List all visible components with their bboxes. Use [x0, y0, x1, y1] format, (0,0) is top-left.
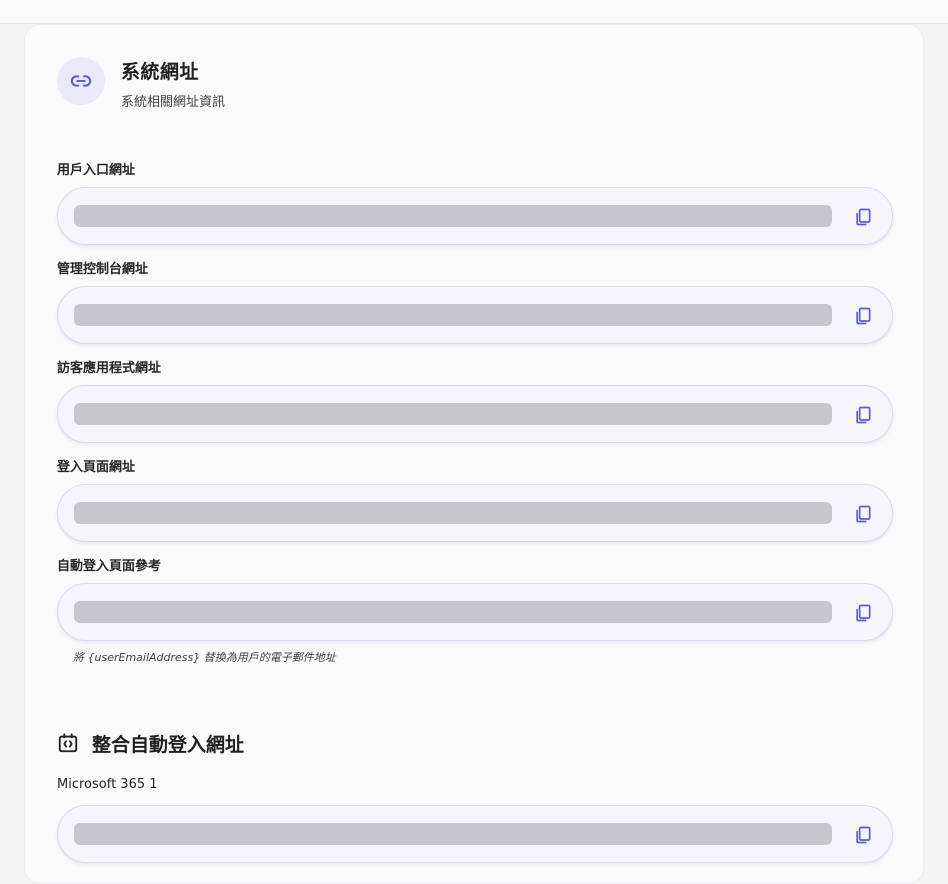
auto-login-ref-label: 自動登入頁面參考 — [57, 559, 162, 574]
copy-button[interactable] — [848, 499, 878, 529]
copy-icon — [856, 208, 871, 226]
login-page-url-label: 登入頁面網址 — [57, 460, 136, 475]
link-icon — [57, 57, 105, 105]
copy-icon — [856, 406, 871, 424]
copy-button[interactable] — [848, 202, 878, 232]
admin-console-url-field — [57, 286, 893, 344]
copy-button[interactable] — [848, 301, 878, 331]
page-subtitle: 系統相關網址資訊 — [121, 95, 226, 110]
portal-url-label: 用戶入口網址 — [57, 163, 136, 178]
guest-app-url-value[interactable] — [74, 403, 832, 425]
integration-section-title: 整合自動登入網址 — [92, 734, 245, 756]
guest-app-url-field — [57, 385, 893, 443]
guest-app-url-label: 訪客應用程式網址 — [57, 361, 162, 376]
portal-url-field — [57, 187, 893, 245]
copy-button[interactable] — [848, 820, 878, 850]
code-calendar-icon — [57, 732, 79, 754]
login-page-url-field — [57, 484, 893, 542]
auto-login-ref-field — [57, 583, 893, 641]
copy-button[interactable] — [848, 598, 878, 628]
portal-url-value[interactable] — [74, 205, 832, 227]
copy-button[interactable] — [848, 400, 878, 430]
copy-icon — [856, 604, 871, 622]
copy-icon — [856, 826, 871, 844]
auto-login-ref-value[interactable] — [74, 601, 832, 623]
copy-icon — [856, 505, 871, 523]
admin-console-url-value[interactable] — [74, 304, 832, 326]
system-urls-card: 系統網址 系統相關網址資訊 用戶入口網址 管理控制台網址 訪客應用程式網址 登入… — [24, 24, 924, 884]
microsoft-365-url-value[interactable] — [74, 823, 832, 845]
login-page-url-value[interactable] — [74, 502, 832, 524]
admin-console-url-label: 管理控制台網址 — [57, 262, 149, 277]
top-bar — [0, 0, 948, 24]
microsoft-365-label: Microsoft 365 1 — [57, 777, 158, 792]
copy-icon — [856, 307, 871, 325]
microsoft-365-url-field — [57, 805, 893, 863]
page-title: 系統網址 — [121, 61, 200, 83]
email-placeholder-hint: 將 {userEmailAddress} 替換為用戶的電子郵件地址 — [73, 651, 336, 664]
